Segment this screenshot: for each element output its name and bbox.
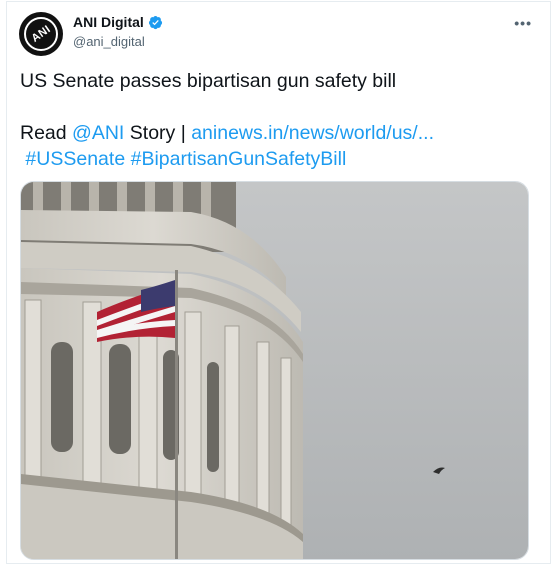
tweet-media[interactable]: [20, 181, 529, 560]
author-display-name[interactable]: ANI Digital: [73, 14, 144, 30]
tweet-body: US Senate passes bipartisan gun safety b…: [20, 68, 540, 172]
author-handle[interactable]: @ani_digital: [73, 34, 163, 49]
article-link[interactable]: aninews.in/news/world/us/...: [191, 122, 434, 144]
more-options-icon[interactable]: •••: [514, 15, 532, 31]
author-name-row: ANI Digital: [73, 14, 163, 30]
avatar[interactable]: ANI: [19, 12, 63, 56]
hashtag-link[interactable]: #BipartisanGunSafetyBill: [131, 148, 347, 170]
read-prefix: Read: [20, 122, 73, 144]
story-text: Story |: [124, 122, 192, 144]
read-line: Read @ANI Story | aninews.in/news/world/…: [20, 120, 540, 146]
hashtag-line: #USSenate #BipartisanGunSafetyBill: [20, 146, 540, 172]
tweet-card: ANI ANI Digital @ani_digital ••• US Sena…: [6, 1, 551, 564]
flagpole: [175, 270, 178, 559]
tweet-headline: US Senate passes bipartisan gun safety b…: [20, 70, 397, 92]
hashtag-link[interactable]: #USSenate: [25, 148, 125, 170]
ani-logo-icon: ANI: [24, 17, 58, 51]
capitol-dome-photo: [21, 182, 528, 559]
verified-badge-icon: [148, 15, 162, 29]
author-block: ANI Digital @ani_digital: [73, 14, 163, 49]
mention-link[interactable]: @ANI: [72, 122, 124, 144]
avatar-logo-text: ANI: [29, 23, 53, 45]
